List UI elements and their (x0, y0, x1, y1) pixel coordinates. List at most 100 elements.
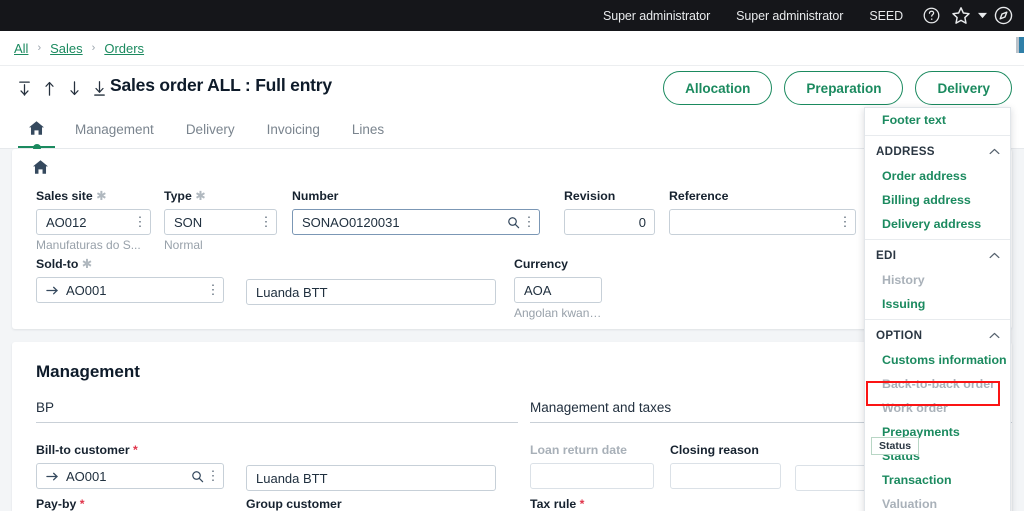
sold-to-menu-icon[interactable]: ⋮ (207, 282, 219, 298)
previous-record-icon[interactable] (37, 75, 62, 101)
bill-to-customer-name-field[interactable]: Luanda BTT (246, 465, 496, 491)
bill-to-customer-menu-icon[interactable]: ⋮ (207, 468, 219, 484)
chevron-up-icon (989, 148, 1000, 155)
revision-value: 0 (574, 215, 650, 230)
bp-group-title: BP (36, 400, 518, 415)
tab-management[interactable]: Management (59, 110, 170, 148)
compass-icon[interactable] (988, 1, 1018, 31)
menu-item-transaction[interactable]: Transaction (865, 468, 1010, 492)
home-icon (28, 120, 45, 139)
currency-field[interactable]: AOA (514, 277, 602, 303)
breadcrumb: All › Sales › Orders (0, 31, 1024, 66)
link-arrow-icon[interactable] (46, 471, 59, 482)
help-icon[interactable] (916, 1, 946, 31)
topbar-user-2[interactable]: Super administrator (723, 9, 856, 23)
sales-site-value: AO012 (46, 215, 134, 230)
reference-menu-icon[interactable]: ⋮ (839, 214, 851, 230)
management-card: Management BP Bill-to customer * (12, 342, 1012, 511)
menu-item-footer-text[interactable]: Footer text (865, 108, 1010, 132)
type-value: SON (174, 215, 260, 230)
allocation-button[interactable]: Allocation (663, 71, 772, 105)
sales-site-field[interactable]: AO012 ⋮ (36, 209, 151, 235)
menu-item-issuing[interactable]: Issuing (865, 292, 1010, 316)
sold-to-field[interactable]: AO001 ⋮ (36, 277, 224, 303)
application-window: Super administrator Super administrator … (0, 0, 1024, 511)
type-label: Type ✱ (164, 189, 277, 203)
loan-return-date-field (530, 463, 654, 489)
sold-to-value: AO001 (66, 283, 207, 298)
menu-item-valuation: Valuation (865, 492, 1010, 511)
breadcrumb-item-orders[interactable]: Orders (104, 41, 144, 56)
menu-group-option[interactable]: OPTION (865, 323, 1010, 348)
breadcrumb-item-all[interactable]: All (14, 41, 28, 56)
menu-item-work-order: Work order (865, 396, 1010, 420)
breadcrumb-edge-indicator (1016, 37, 1024, 53)
menu-item-delivery-address[interactable]: Delivery address (865, 212, 1010, 236)
group-customer-label: Group customer (246, 497, 434, 511)
last-record-icon[interactable] (87, 75, 112, 101)
bill-to-customer-label: Bill-to customer * (36, 443, 224, 457)
menu-divider (865, 239, 1010, 240)
next-record-icon[interactable] (62, 75, 87, 101)
home-section-icon (32, 159, 49, 180)
search-icon[interactable] (507, 216, 520, 229)
number-field[interactable]: SONAO0120031 ⋮ (292, 209, 540, 235)
bp-group-divider (36, 422, 518, 423)
chevron-up-icon (989, 332, 1000, 339)
tab-lines[interactable]: Lines (336, 110, 400, 148)
page-title: Sales order ALL : Full entry (110, 75, 332, 96)
search-icon[interactable] (191, 470, 204, 483)
menu-group-option-label: OPTION (876, 329, 922, 342)
topbar-user-1[interactable]: Super administrator (590, 9, 723, 23)
page-header: Sales order ALL : Full entry Allocation … (0, 66, 1024, 111)
preparation-button[interactable]: Preparation (784, 71, 903, 105)
breadcrumb-separator: › (28, 42, 50, 54)
tab-invoicing[interactable]: Invoicing (251, 110, 336, 148)
sold-to-name-value: Luanda BTT (256, 285, 491, 300)
revision-field[interactable]: 0 (564, 209, 655, 235)
type-menu-icon[interactable]: ⋮ (260, 214, 272, 230)
menu-item-customs-information[interactable]: Customs information (865, 348, 1010, 372)
closing-reason-field[interactable] (670, 463, 781, 489)
sales-site-label: Sales site ✱ (36, 189, 151, 203)
menu-item-billing-address[interactable]: Billing address (865, 188, 1010, 212)
delivery-button[interactable]: Delivery (915, 71, 1012, 105)
menu-item-order-address[interactable]: Order address (865, 164, 1010, 188)
menu-item-history: History (865, 268, 1010, 292)
revision-label: Revision (564, 189, 655, 203)
tax-rule-label: Tax rule * (530, 497, 640, 511)
menu-item-back-to-back-order: Back-to-back order (865, 372, 1010, 396)
number-menu-icon[interactable]: ⋮ (523, 214, 535, 230)
first-record-icon[interactable] (12, 75, 37, 101)
bill-to-customer-field[interactable]: AO001 ⋮ (36, 463, 224, 489)
record-navigation (12, 75, 112, 101)
bill-to-customer-value: AO001 (66, 469, 191, 484)
reference-field[interactable]: ⋮ (669, 209, 856, 235)
breadcrumb-item-sales[interactable]: Sales (50, 41, 83, 56)
tab-home[interactable] (14, 110, 59, 148)
sales-site-menu-icon[interactable]: ⋮ (134, 214, 146, 230)
status-tooltip: Status (871, 437, 919, 455)
order-header-card: Sales site ✱ AO012 ⋮ Manufaturas do S...… (12, 149, 1012, 329)
pay-by-label: Pay-by * (36, 497, 224, 511)
type-hint: Normal (164, 238, 277, 252)
topbar-folder[interactable]: SEED (856, 9, 916, 23)
chevron-up-icon (989, 252, 1000, 259)
type-field[interactable]: SON ⋮ (164, 209, 277, 235)
star-icon[interactable] (946, 1, 976, 31)
currency-hint: Angolan kwanza (514, 306, 602, 320)
chevron-down-icon[interactable] (976, 12, 988, 19)
sold-to-name-field[interactable]: Luanda BTT (246, 279, 496, 305)
menu-divider (865, 135, 1010, 136)
tab-delivery[interactable]: Delivery (170, 110, 251, 148)
currency-value: AOA (524, 283, 597, 298)
breadcrumb-separator: › (83, 42, 105, 54)
bill-to-customer-name-value: Luanda BTT (256, 471, 491, 486)
menu-group-address[interactable]: ADDRESS (865, 139, 1010, 164)
loan-return-date-label: Loan return date (530, 443, 654, 457)
number-label: Number (292, 189, 540, 203)
menu-group-edi[interactable]: EDI (865, 243, 1010, 268)
closing-reason-label: Closing reason (670, 443, 781, 457)
link-arrow-icon[interactable] (46, 285, 59, 296)
currency-label: Currency (514, 257, 602, 271)
